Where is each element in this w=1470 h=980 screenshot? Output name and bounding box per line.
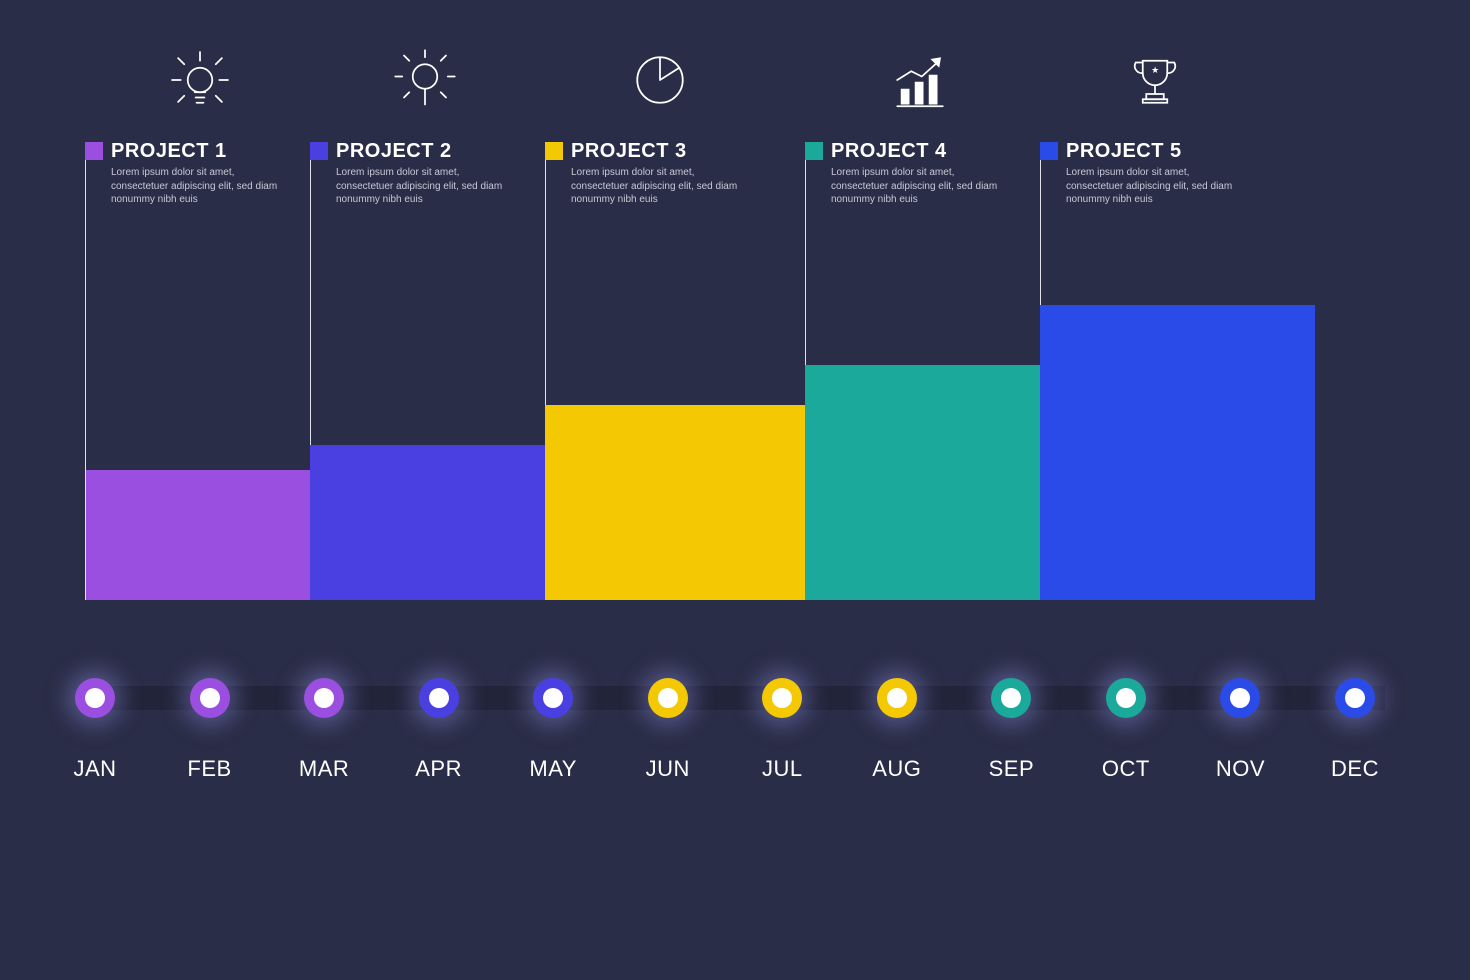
bar-project-4 <box>805 365 1080 600</box>
color-swatch <box>545 142 563 160</box>
timeline-dot <box>991 678 1031 718</box>
lightbulb-icon <box>85 30 315 130</box>
timeline-dot <box>1106 678 1146 718</box>
month-label: NOV <box>1216 756 1265 782</box>
bar-project-2 <box>310 445 585 600</box>
month-label: JUL <box>762 756 803 782</box>
month-label: MAR <box>299 756 349 782</box>
timeline-dot <box>75 678 115 718</box>
bar-project-5 <box>1040 305 1315 600</box>
project-title: PROJECT 1 <box>111 140 281 163</box>
month-label: APR <box>415 756 462 782</box>
color-swatch <box>805 142 823 160</box>
svg-text:★: ★ <box>1151 65 1159 75</box>
project-1: PROJECT 1 Lorem ipsum dolor sit amet, co… <box>85 30 315 207</box>
color-swatch <box>1040 142 1058 160</box>
timeline-dot <box>1220 678 1260 718</box>
timeline-dot <box>1335 678 1375 718</box>
timeline-dot <box>533 678 573 718</box>
month-label: JUN <box>646 756 690 782</box>
pie-icon <box>545 30 775 130</box>
timeline-dot <box>304 678 344 718</box>
timeline-dot <box>190 678 230 718</box>
month-label: SEP <box>989 756 1035 782</box>
month-label: MAY <box>529 756 577 782</box>
project-title: PROJECT 3 <box>571 140 741 163</box>
timeline-dot <box>648 678 688 718</box>
bar-project-3 <box>545 405 845 600</box>
timeline-dot <box>762 678 802 718</box>
project-title: PROJECT 4 <box>831 140 1001 163</box>
trophy-icon: ★ <box>1040 30 1270 130</box>
color-swatch <box>310 142 328 160</box>
project-4: PROJECT 4 Lorem ipsum dolor sit amet, co… <box>805 30 1035 207</box>
project-description: Lorem ipsum dolor sit amet, consectetuer… <box>336 166 506 207</box>
project-description: Lorem ipsum dolor sit amet, consectetuer… <box>571 166 741 207</box>
chart-area: PROJECT 1 Lorem ipsum dolor sit amet, co… <box>85 30 1385 670</box>
month-label: OCT <box>1102 756 1150 782</box>
project-2: PROJECT 2 Lorem ipsum dolor sit amet, co… <box>310 30 540 207</box>
month-label: AUG <box>872 756 921 782</box>
project-description: Lorem ipsum dolor sit amet, consectetuer… <box>831 166 1001 207</box>
project-description: Lorem ipsum dolor sit amet, consectetuer… <box>1066 166 1236 207</box>
growth-icon <box>805 30 1035 130</box>
project-title: PROJECT 2 <box>336 140 506 163</box>
project-3: PROJECT 3 Lorem ipsum dolor sit amet, co… <box>545 30 775 207</box>
project-5: ★ PROJECT 5 Lorem ipsum dolor sit amet, … <box>1040 30 1270 207</box>
timeline-dot <box>877 678 917 718</box>
timeline-dot <box>419 678 459 718</box>
project-title: PROJECT 5 <box>1066 140 1236 163</box>
project-description: Lorem ipsum dolor sit amet, consectetuer… <box>111 166 281 207</box>
month-label: DEC <box>1331 756 1379 782</box>
magnifier-icon <box>310 30 540 130</box>
timeline-track <box>85 686 1385 710</box>
month-label: FEB <box>187 756 231 782</box>
color-swatch <box>85 142 103 160</box>
leader-line <box>85 155 86 600</box>
month-label: JAN <box>73 756 116 782</box>
